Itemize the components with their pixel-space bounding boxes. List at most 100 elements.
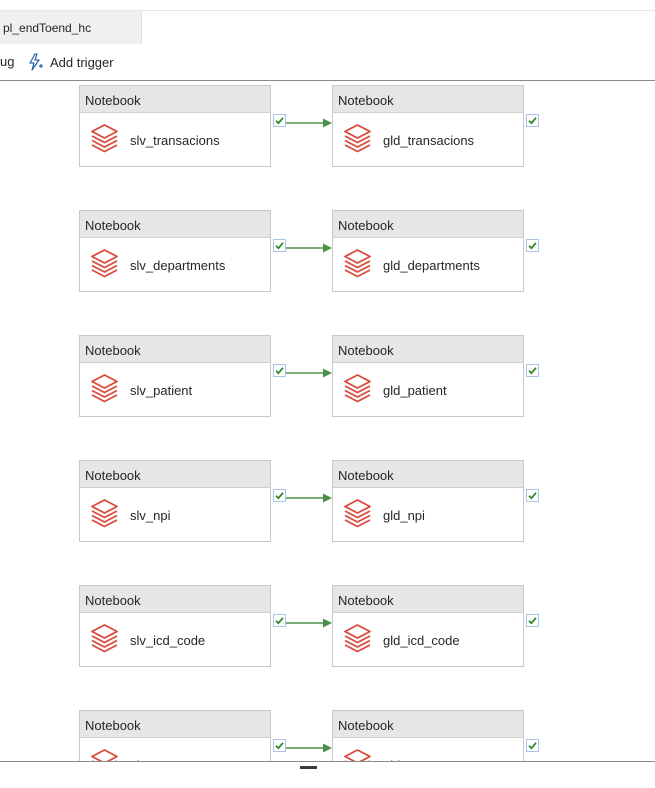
activity-header: Notebook — [333, 336, 523, 363]
activity-body: gld_departments — [333, 238, 523, 293]
activity-type: Notebook — [338, 593, 394, 608]
activity-body: gld_transacions — [333, 113, 523, 168]
notebook-activity-left[interactable]: Notebook slv_patient — [79, 335, 271, 417]
dependency-arrow[interactable] — [286, 490, 332, 503]
notebook-activity-left[interactable]: Notebook slv_transacions — [79, 85, 271, 167]
activity-type: Notebook — [85, 468, 141, 483]
activity-name: gld_patient — [383, 383, 447, 398]
on-success-handle[interactable] — [526, 364, 539, 377]
activity-type: Notebook — [338, 343, 394, 358]
activity-name: gld_transacions — [383, 133, 475, 148]
add-trigger-button[interactable]: Add trigger — [26, 50, 114, 74]
debug-button-truncated[interactable]: ug — [0, 54, 14, 69]
activity-type: Notebook — [338, 468, 394, 483]
notebook-layers-icon — [91, 624, 118, 653]
notebook-activity-right[interactable]: Notebook gld_departments — [332, 210, 524, 292]
notebook-activity-right[interactable]: Notebook gld_encounters — [332, 710, 524, 761]
on-success-handle[interactable] — [526, 739, 539, 752]
top-strip — [0, 0, 655, 10]
success-check-icon — [528, 742, 537, 750]
notebook-layers-icon — [91, 499, 118, 528]
on-success-handle[interactable] — [273, 239, 286, 252]
activity-body: slv_npi — [80, 488, 270, 543]
success-check-icon — [275, 617, 284, 625]
activity-name: slv_patient — [130, 383, 193, 398]
panel-resize-handle[interactable] — [300, 766, 317, 769]
dependency-arrow[interactable] — [286, 740, 332, 753]
activity-type: Notebook — [338, 93, 394, 108]
on-success-handle[interactable] — [273, 489, 286, 502]
on-success-handle[interactable] — [526, 239, 539, 252]
tab-title: pl_endToend_hc — [3, 21, 92, 35]
add-trigger-label: Add trigger — [50, 54, 114, 70]
success-check-icon — [528, 117, 537, 125]
activity-header: Notebook — [80, 211, 270, 238]
on-success-handle[interactable] — [526, 489, 539, 502]
activity-name: slv_icd_code — [130, 633, 206, 648]
on-success-handle[interactable] — [273, 364, 286, 377]
notebook-layers-icon — [91, 374, 118, 403]
success-check-icon — [275, 367, 284, 375]
activity-body: slv_transacions — [80, 113, 270, 168]
dependency-arrow[interactable] — [286, 615, 332, 628]
pipeline-canvas[interactable]: Notebook slv_transacions Notebook gld_trans… — [0, 81, 655, 761]
notebook-activity-left[interactable]: Notebook slv_npi — [79, 460, 271, 542]
activity-body: gld_encounters — [333, 738, 523, 761]
success-check-icon — [275, 242, 284, 250]
success-check-icon — [528, 242, 537, 250]
dependency-arrow[interactable] — [286, 365, 332, 378]
notebook-layers-icon — [344, 374, 371, 403]
activity-name: gld_icd_code — [383, 633, 460, 648]
activity-type: Notebook — [85, 593, 141, 608]
notebook-activity-right[interactable]: Notebook gld_icd_code — [332, 585, 524, 667]
notebook-activity-left[interactable]: Notebook slv_departments — [79, 210, 271, 292]
activity-name: slv_departments — [130, 258, 226, 273]
success-check-icon — [528, 492, 537, 500]
activity-header: Notebook — [333, 711, 523, 738]
activity-header: Notebook — [333, 586, 523, 613]
success-check-icon — [275, 742, 284, 750]
on-success-handle[interactable] — [273, 114, 286, 127]
notebook-layers-icon — [344, 749, 371, 761]
tab-pipeline[interactable]: pl_endToend_hc — [0, 11, 142, 44]
dependency-arrow[interactable] — [286, 240, 332, 253]
activity-header: Notebook — [333, 86, 523, 113]
activity-type: Notebook — [85, 718, 141, 733]
activity-header: Notebook — [80, 711, 270, 738]
activity-header: Notebook — [333, 461, 523, 488]
success-check-icon — [275, 492, 284, 500]
on-success-handle[interactable] — [273, 614, 286, 627]
on-success-handle[interactable] — [273, 739, 286, 752]
activity-header: Notebook — [333, 211, 523, 238]
activity-body: gld_icd_code — [333, 613, 523, 668]
notebook-layers-icon — [91, 124, 118, 153]
notebook-layers-icon — [91, 749, 118, 761]
notebook-activity-right[interactable]: Notebook gld_transacions — [332, 85, 524, 167]
activity-body: gld_npi — [333, 488, 523, 543]
activity-name: gld_npi — [383, 508, 425, 523]
activity-body: gld_patient — [333, 363, 523, 418]
activity-type: Notebook — [338, 218, 394, 233]
on-success-handle[interactable] — [526, 614, 539, 627]
notebook-layers-icon — [344, 624, 371, 653]
activity-header: Notebook — [80, 86, 270, 113]
notebook-activity-left[interactable]: Notebook slv_encounters — [79, 710, 271, 761]
activity-type: Notebook — [338, 718, 394, 733]
tab-bar: pl_endToend_hc — [0, 10, 655, 45]
notebook-activity-left[interactable]: Notebook slv_icd_code — [79, 585, 271, 667]
toolbar: ug Add trigger — [0, 44, 655, 81]
output-panel-bar — [0, 761, 655, 788]
notebook-layers-icon — [344, 499, 371, 528]
activity-type: Notebook — [85, 218, 141, 233]
on-success-handle[interactable] — [526, 114, 539, 127]
lightning-icon — [29, 53, 43, 71]
success-check-icon — [528, 367, 537, 375]
activity-body: slv_patient — [80, 363, 270, 418]
activity-header: Notebook — [80, 461, 270, 488]
notebook-layers-icon — [344, 124, 371, 153]
notebook-activity-right[interactable]: Notebook gld_patient — [332, 335, 524, 417]
notebook-activity-right[interactable]: Notebook gld_npi — [332, 460, 524, 542]
dependency-arrow[interactable] — [286, 115, 332, 128]
activity-type: Notebook — [85, 343, 141, 358]
activity-name: slv_transacions — [130, 133, 220, 148]
